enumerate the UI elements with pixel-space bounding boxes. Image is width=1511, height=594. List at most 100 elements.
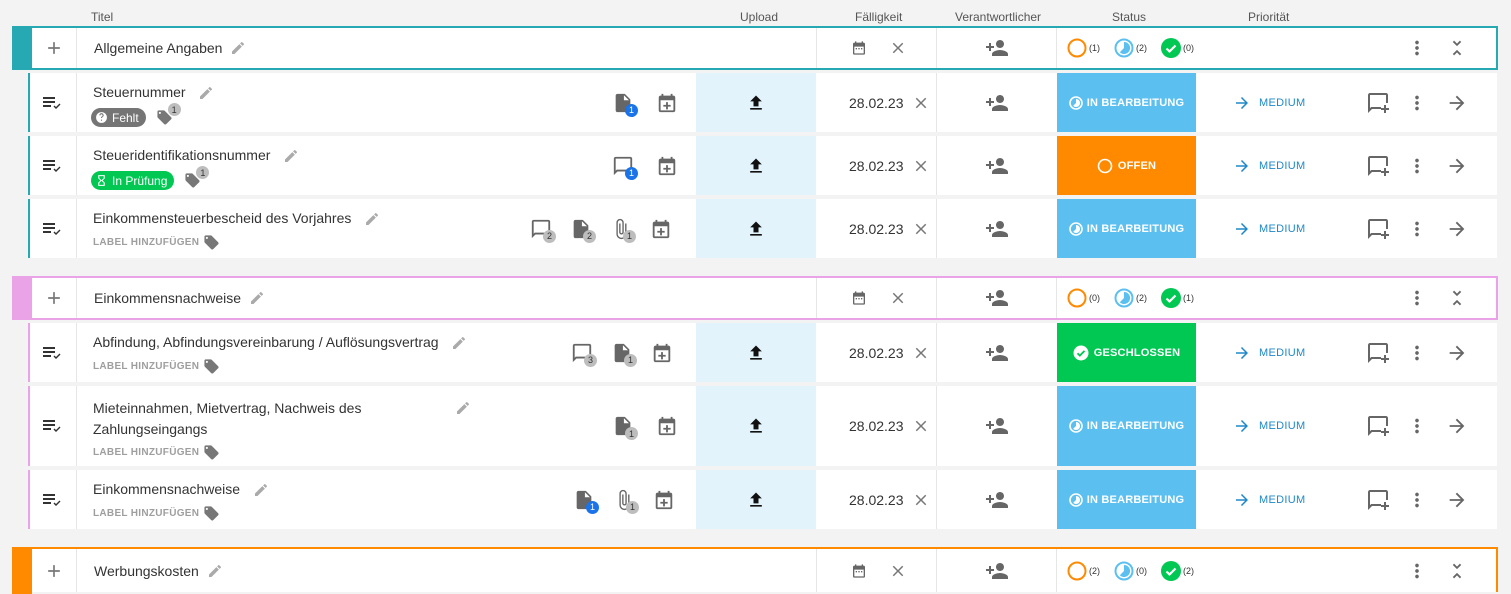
documents-button[interactable]: 1 bbox=[573, 489, 599, 514]
add-task-button[interactable] bbox=[44, 28, 64, 68]
more-button[interactable] bbox=[1406, 199, 1428, 258]
edit-title-button[interactable] bbox=[283, 148, 299, 164]
due-date[interactable]: 28.02.23 bbox=[849, 158, 904, 174]
priority-button[interactable]: MEDIUM bbox=[1233, 199, 1305, 258]
more-button[interactable] bbox=[1406, 278, 1428, 318]
open-task-button[interactable] bbox=[1446, 323, 1468, 382]
open-task-button[interactable] bbox=[1446, 73, 1468, 132]
checklist-button[interactable] bbox=[40, 386, 64, 466]
upload-button[interactable] bbox=[696, 323, 816, 382]
documents-button[interactable]: 2 bbox=[570, 218, 596, 243]
edit-title-button[interactable] bbox=[198, 85, 214, 101]
clear-date-button[interactable] bbox=[912, 220, 930, 238]
assign-button[interactable] bbox=[936, 323, 1056, 382]
priority-button[interactable]: MEDIUM bbox=[1233, 386, 1305, 466]
edit-title-button[interactable] bbox=[455, 400, 471, 416]
attachments-button[interactable]: 1 bbox=[613, 489, 639, 514]
assign-button[interactable] bbox=[936, 136, 1056, 195]
task-title[interactable]: Steueridentifikationsnummer bbox=[93, 147, 270, 163]
assign-button[interactable] bbox=[936, 549, 1056, 592]
add-label-button[interactable]: LABEL HINZUFÜGEN bbox=[93, 444, 696, 461]
label-chip-missing[interactable]: Fehlt bbox=[91, 108, 146, 127]
due-date[interactable]: 28.02.23 bbox=[849, 95, 904, 111]
more-button[interactable] bbox=[1406, 323, 1428, 382]
add-task-button[interactable] bbox=[44, 278, 64, 318]
attachments-button[interactable]: 1 bbox=[610, 218, 636, 243]
clear-date-button[interactable] bbox=[912, 94, 930, 112]
more-button[interactable] bbox=[1406, 28, 1428, 68]
task-title[interactable]: Abfindung, Abfindungsvereinbarung / Aufl… bbox=[93, 334, 439, 350]
clear-date-button[interactable] bbox=[889, 39, 907, 57]
collapse-button[interactable] bbox=[1446, 549, 1468, 592]
due-date[interactable]: 28.02.23 bbox=[849, 492, 904, 508]
due-date-button[interactable] bbox=[851, 40, 867, 56]
status-button[interactable]: IN BEARBEITUNG bbox=[1057, 470, 1196, 529]
clear-date-button[interactable] bbox=[889, 562, 907, 580]
status-button[interactable]: IN BEARBEITUNG bbox=[1057, 199, 1196, 258]
priority-button[interactable]: MEDIUM bbox=[1233, 136, 1305, 195]
add-comment-button[interactable] bbox=[1366, 386, 1390, 466]
clear-date-button[interactable] bbox=[912, 491, 930, 509]
edit-title-button[interactable] bbox=[230, 40, 246, 56]
clear-date-button[interactable] bbox=[912, 417, 930, 435]
more-button[interactable] bbox=[1406, 549, 1428, 592]
edit-title-button[interactable] bbox=[364, 211, 380, 227]
assign-button[interactable] bbox=[936, 199, 1056, 258]
status-button[interactable]: GESCHLOSSEN bbox=[1057, 323, 1196, 382]
upload-button[interactable] bbox=[696, 73, 816, 132]
status-button[interactable]: IN BEARBEITUNG bbox=[1057, 73, 1196, 132]
priority-button[interactable]: MEDIUM bbox=[1233, 323, 1305, 382]
status-button[interactable]: OFFEN bbox=[1057, 136, 1196, 195]
status-button[interactable]: IN BEARBEITUNG bbox=[1057, 386, 1196, 466]
priority-button[interactable]: MEDIUM bbox=[1233, 470, 1305, 529]
due-date[interactable]: 28.02.23 bbox=[849, 418, 904, 434]
schedule-button[interactable] bbox=[650, 218, 672, 240]
documents-button[interactable]: 1 bbox=[611, 342, 637, 367]
schedule-button[interactable] bbox=[656, 155, 678, 177]
clear-date-button[interactable] bbox=[912, 157, 930, 175]
due-date-button[interactable] bbox=[851, 563, 867, 579]
task-title[interactable]: Einkommensnachweise bbox=[93, 481, 240, 497]
more-button[interactable] bbox=[1406, 73, 1428, 132]
collapse-button[interactable] bbox=[1446, 28, 1468, 68]
open-task-button[interactable] bbox=[1446, 470, 1468, 529]
more-button[interactable] bbox=[1406, 470, 1428, 529]
add-comment-button[interactable] bbox=[1366, 73, 1390, 132]
assign-button[interactable] bbox=[936, 470, 1056, 529]
comments-button[interactable]: 2 bbox=[530, 218, 556, 243]
add-task-button[interactable] bbox=[44, 549, 64, 592]
upload-button[interactable] bbox=[696, 386, 816, 466]
open-task-button[interactable] bbox=[1446, 386, 1468, 466]
task-title[interactable]: Steuernummer bbox=[93, 84, 186, 100]
schedule-button[interactable] bbox=[653, 489, 675, 511]
add-comment-button[interactable] bbox=[1366, 323, 1390, 382]
edit-title-button[interactable] bbox=[207, 563, 223, 579]
assign-button[interactable] bbox=[936, 73, 1056, 132]
edit-title-button[interactable] bbox=[249, 290, 265, 306]
documents-button[interactable]: 1 bbox=[612, 415, 638, 440]
checklist-button[interactable] bbox=[40, 323, 64, 382]
clear-date-button[interactable] bbox=[912, 344, 930, 362]
due-date-button[interactable] bbox=[851, 290, 867, 306]
add-comment-button[interactable] bbox=[1366, 136, 1390, 195]
open-task-button[interactable] bbox=[1446, 199, 1468, 258]
add-comment-button[interactable] bbox=[1366, 470, 1390, 529]
checklist-button[interactable] bbox=[40, 136, 64, 195]
add-label-button[interactable]: 1 bbox=[184, 166, 210, 189]
assign-button[interactable] bbox=[936, 386, 1056, 466]
checklist-button[interactable] bbox=[40, 73, 64, 132]
task-title[interactable]: Mieteinnahmen, Mietvertrag, Nachweis des… bbox=[93, 400, 361, 437]
documents-button[interactable]: 1 bbox=[612, 92, 638, 117]
edit-title-button[interactable] bbox=[451, 335, 467, 351]
clear-date-button[interactable] bbox=[889, 289, 907, 307]
add-comment-button[interactable] bbox=[1366, 199, 1390, 258]
checklist-button[interactable] bbox=[40, 470, 64, 529]
schedule-button[interactable] bbox=[651, 342, 673, 364]
more-button[interactable] bbox=[1406, 386, 1428, 466]
due-date[interactable]: 28.02.23 bbox=[849, 345, 904, 361]
schedule-button[interactable] bbox=[656, 92, 678, 114]
upload-button[interactable] bbox=[696, 136, 816, 195]
label-chip-in-review[interactable]: In Prüfung bbox=[91, 171, 175, 190]
due-date[interactable]: 28.02.23 bbox=[849, 221, 904, 237]
checklist-button[interactable] bbox=[40, 199, 64, 258]
